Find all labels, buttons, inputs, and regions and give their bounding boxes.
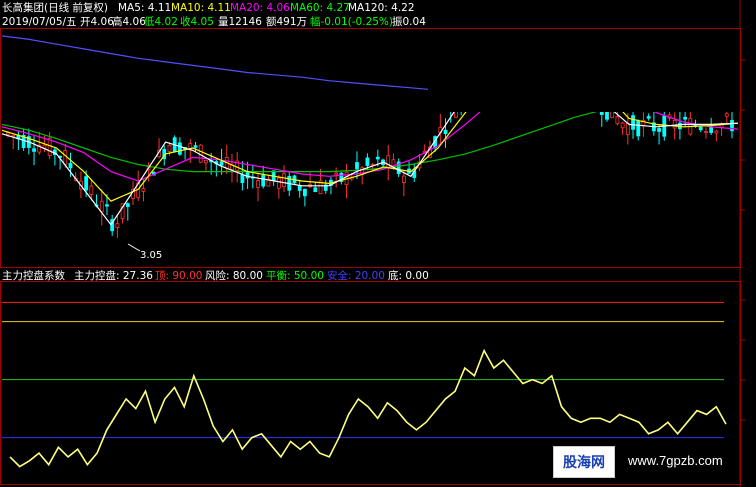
stock-title: 长高集团(日线 前复权) xyxy=(2,1,108,14)
indicator-safe-label: 安全: 20.00 xyxy=(327,269,385,282)
low-marker-label: 3.05 xyxy=(140,250,162,261)
candle-body xyxy=(261,174,266,187)
candle-body xyxy=(99,200,104,213)
candle-body xyxy=(615,116,620,125)
candle-body xyxy=(282,173,286,187)
high-label: 高4.06 xyxy=(112,15,146,28)
candle-body xyxy=(84,176,89,191)
candle-body xyxy=(256,180,260,188)
candle-body xyxy=(724,113,729,117)
candle-body xyxy=(631,115,635,130)
candle-body xyxy=(89,185,94,195)
candle-body xyxy=(355,162,359,170)
candle-body xyxy=(636,120,641,137)
candle-body xyxy=(443,129,448,135)
occlusion-bottom-mid xyxy=(184,222,574,266)
candle-body xyxy=(32,148,36,152)
watermark-logo: 股海网 xyxy=(553,446,615,478)
candle-body xyxy=(454,110,458,118)
low-label: 低4.02 xyxy=(144,15,178,28)
amplitude-label: 振0.04 xyxy=(392,15,426,28)
change-label: 幅-0.01(-0.25%) xyxy=(310,15,393,28)
indicator-top-label: 顶: 90.00 xyxy=(155,270,202,282)
watermark-logo-text: 股海网 xyxy=(563,455,605,471)
candle-body xyxy=(375,156,380,160)
candle-body xyxy=(657,128,661,132)
ma60-label: MA60: 4.27 xyxy=(290,2,350,14)
candle-body xyxy=(625,122,630,136)
amount-label: 额491万 xyxy=(266,15,307,28)
candle-body xyxy=(672,119,677,129)
candle-body xyxy=(365,157,370,166)
ma10-label: MA10: 4.11 xyxy=(171,2,231,14)
candle-body xyxy=(401,175,406,183)
candle-body xyxy=(302,188,307,197)
close-label: 收4.05 xyxy=(180,15,214,28)
candle-body xyxy=(240,174,245,183)
candle-body xyxy=(714,130,719,134)
candle-body xyxy=(709,127,714,133)
ma20-label: MA20: 4.06 xyxy=(230,2,290,14)
candle-body xyxy=(276,177,281,189)
indicator-bottom-label: 底: 0.00 xyxy=(388,269,429,282)
candle-body xyxy=(620,122,625,129)
candle-body xyxy=(698,126,703,131)
candle-body xyxy=(704,131,708,133)
candle-body xyxy=(125,203,130,208)
stock-chart[interactable]: 长高集团(日线 前复权) MA5: 4.11 MA10: 4.11 MA20: … xyxy=(0,0,756,487)
indicator-balance-label: 平衡: 50.00 xyxy=(266,270,324,282)
candle-body xyxy=(683,116,688,120)
candle-body xyxy=(204,159,208,164)
indicator-main-label: 主力控盘: 27.36 xyxy=(74,269,153,282)
candle-body xyxy=(177,142,182,155)
candle-body xyxy=(599,111,604,115)
occlusion-top-right xyxy=(428,30,740,112)
candle-body xyxy=(297,185,302,191)
watermark-url: www.7gpzb.com xyxy=(628,453,723,468)
candle-body xyxy=(646,116,651,119)
date-label: 2019/07/05/五 xyxy=(2,16,77,28)
indicator-risk-label: 风险: 80.00 xyxy=(205,269,263,282)
candle-body xyxy=(334,172,339,175)
volume-label: 量12146 xyxy=(218,16,262,28)
open-label: 开4.06 xyxy=(80,16,114,28)
candle-body xyxy=(63,150,68,165)
candle-body xyxy=(193,145,198,148)
ma120-label: MA120: 4.22 xyxy=(348,2,415,14)
candle-body xyxy=(219,161,224,166)
candle-body xyxy=(68,163,73,169)
indicator-name: 主力控盘系数 xyxy=(2,269,65,282)
candle-body xyxy=(141,188,146,192)
candle-body xyxy=(167,144,172,152)
ma5-label: MA5: 4.11 xyxy=(118,2,171,14)
candle-body xyxy=(313,187,318,193)
candle-body xyxy=(115,223,120,228)
candle-body xyxy=(105,204,109,207)
